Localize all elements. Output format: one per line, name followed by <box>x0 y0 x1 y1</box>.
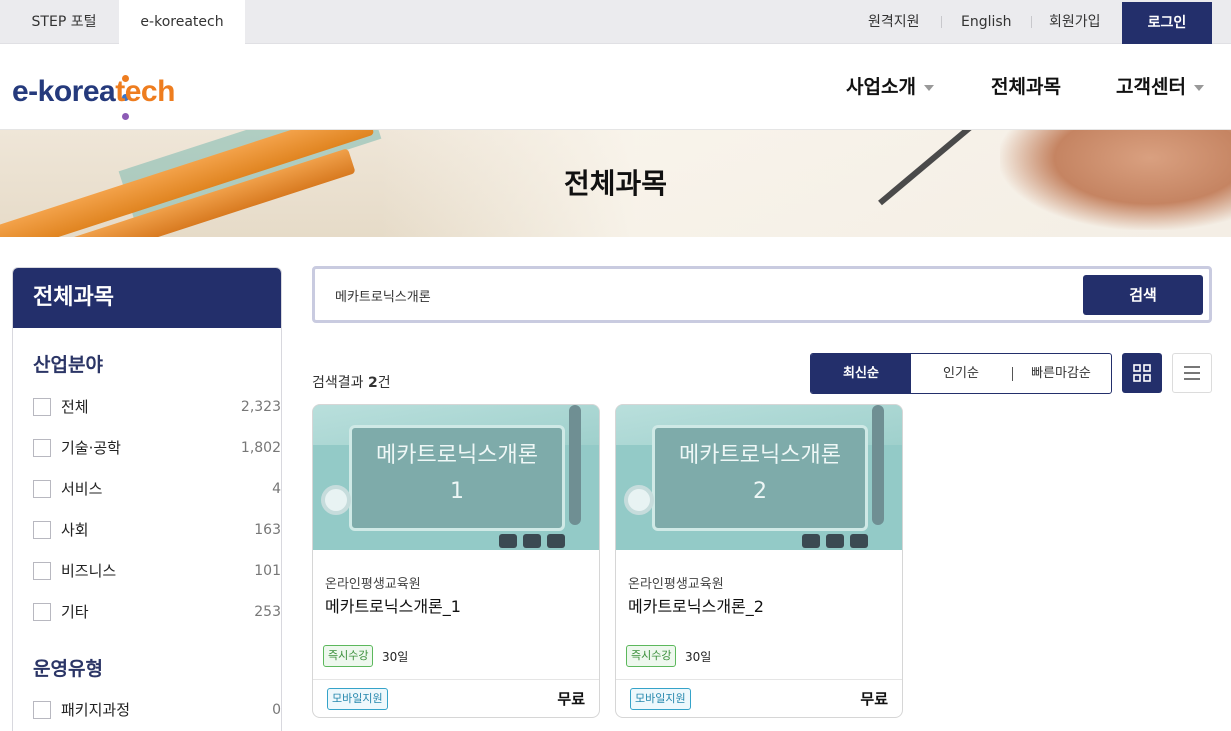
industry-section-title: 산업분야 <box>33 354 103 376</box>
filter-sidebar: 전체과목 산업분야 전체 2,323 기술·공학 1,802 서비스 4 사회 … <box>12 267 282 731</box>
checkbox[interactable] <box>33 398 51 416</box>
sort-newest[interactable]: 최신순 <box>811 354 911 393</box>
sort-options: 최신순 인기순 빠른마감순 <box>810 353 1112 394</box>
instant-enroll-badge: 즉시수강 <box>626 645 677 667</box>
filter-item[interactable]: 비즈니스 101 <box>33 561 281 581</box>
remote-support-link[interactable]: 원격지원 <box>868 0 920 44</box>
filter-item[interactable]: 사회 163 <box>33 520 281 540</box>
course-duration: 30일 <box>685 650 712 664</box>
tab-step-portal[interactable]: STEP 포털 <box>10 0 118 44</box>
filter-item[interactable]: 서비스 4 <box>33 479 281 499</box>
search-input[interactable] <box>335 281 1075 309</box>
course-price: 무료 <box>557 690 585 708</box>
result-count: 검색결과 2건 <box>312 375 391 391</box>
english-link[interactable]: English <box>961 0 1012 44</box>
grid-icon <box>1133 364 1151 382</box>
search-bar: 검색 <box>312 266 1212 323</box>
mobile-support-badge: 모바일지원 <box>630 688 691 710</box>
login-button[interactable]: 로그인 <box>1122 2 1212 44</box>
operation-section-title: 운영유형 <box>33 658 103 680</box>
nav-all-courses[interactable]: 전체과목 <box>991 45 1061 129</box>
course-thumbnail[interactable]: 메카트로닉스개론 2 <box>616 405 902 550</box>
course-card[interactable]: 메카트로닉스개론 2 온라인평생교육원 메카트로닉스개론_2 즉시수강 30일 모… <box>615 404 903 718</box>
filter-item[interactable]: 패키지과정 0 <box>33 700 281 720</box>
search-button[interactable]: 검색 <box>1083 275 1203 315</box>
course-organization: 온라인평생교육원 <box>325 577 421 592</box>
course-thumbnail[interactable]: 메카트로닉스개론 1 <box>313 405 599 550</box>
course-card[interactable]: 메카트로닉스개론 1 온라인평생교육원 메카트로닉스개론_1 즉시수강 30일 모… <box>312 404 600 718</box>
mobile-support-badge: 모바일지원 <box>327 688 388 710</box>
chevron-down-icon <box>923 84 934 91</box>
sort-popular[interactable]: 인기순 <box>911 354 1011 393</box>
instant-enroll-badge: 즉시수강 <box>323 645 374 667</box>
course-organization: 온라인평생교육원 <box>628 577 724 592</box>
checkbox[interactable] <box>33 603 51 621</box>
list-icon <box>1184 366 1200 380</box>
course-duration: 30일 <box>382 650 409 664</box>
nav-about[interactable]: 사업소개 <box>846 45 934 129</box>
utility-bar: STEP 포털 e-koreatech 원격지원 English 회원가입 로그… <box>0 0 1231 45</box>
checkbox[interactable] <box>33 480 51 498</box>
main-header: e-koreatech 사업소개 전체과목 고객센터 <box>0 45 1231 139</box>
course-title[interactable]: 메카트로닉스개론_2 <box>628 593 764 617</box>
filter-item[interactable]: 전체 2,323 <box>33 397 281 417</box>
checkbox[interactable] <box>33 701 51 719</box>
filter-item[interactable]: 기술·공학 1,802 <box>33 438 281 458</box>
filter-item[interactable]: 기타 253 <box>33 602 281 622</box>
course-price: 무료 <box>860 690 888 708</box>
sort-deadline[interactable]: 빠른마감순 <box>1011 354 1111 393</box>
nav-customer-center[interactable]: 고객센터 <box>1116 45 1204 129</box>
sidebar-heading: 전체과목 <box>13 268 281 328</box>
robot-joint-icon <box>321 485 351 515</box>
grid-view-button[interactable] <box>1122 353 1162 393</box>
robot-joint-icon <box>624 485 654 515</box>
chevron-down-icon <box>1193 84 1204 91</box>
list-view-button[interactable] <box>1172 353 1212 393</box>
checkbox[interactable] <box>33 562 51 580</box>
page-title: 전체과목 <box>563 167 668 200</box>
tab-e-koreatech[interactable]: e-koreatech <box>119 0 245 45</box>
course-title[interactable]: 메카트로닉스개론_1 <box>325 593 461 617</box>
logo-text: e-koreatech <box>12 75 175 108</box>
divider <box>941 16 942 28</box>
divider <box>1031 16 1032 28</box>
checkbox[interactable] <box>33 439 51 457</box>
checkbox[interactable] <box>33 521 51 539</box>
page-banner: 전체과목 <box>0 130 1231 237</box>
signup-link[interactable]: 회원가입 <box>1049 0 1101 44</box>
